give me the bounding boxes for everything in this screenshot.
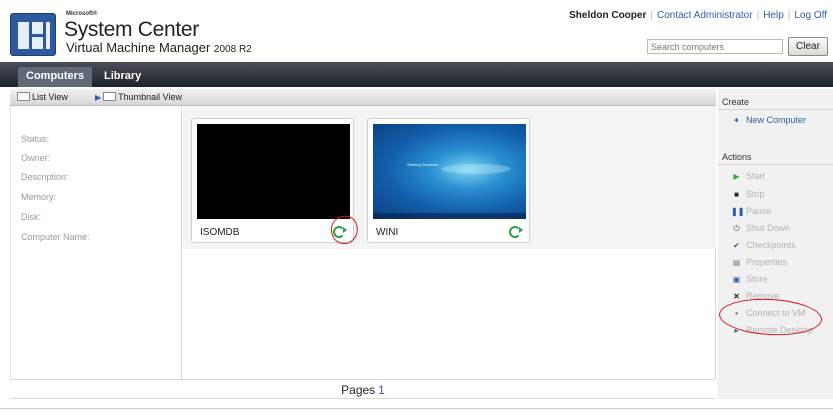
action-shut-down[interactable]: ⏻ Shut Down xyxy=(731,223,790,234)
checkmark-icon: ✔ xyxy=(733,241,740,250)
brand-subtitle-text: Virtual Machine Manager xyxy=(66,40,211,55)
detail-computer-name-label: Computer Name: xyxy=(21,232,90,242)
action-properties[interactable]: ▤ Properties xyxy=(731,257,787,267)
system-center-logo-icon xyxy=(10,13,56,56)
vm-name: WINI xyxy=(376,227,399,238)
play-icon: ▶ xyxy=(733,172,740,181)
action-start[interactable]: ▶ Start xyxy=(731,171,765,181)
actions-heading: Actions xyxy=(722,152,752,162)
pause-icon: ❚❚ xyxy=(731,207,745,216)
action-pause[interactable]: ❚❚ Pause xyxy=(731,206,772,216)
view-toolbar: List View ▶ Thumbnail View xyxy=(10,89,716,106)
action-store-label: Store xyxy=(746,274,768,284)
list-view-icon xyxy=(17,92,30,101)
list-view-label: List View xyxy=(32,92,68,102)
details-panel: Status: Owner: Description: Memory: Disk… xyxy=(10,106,182,379)
properties-icon: ▤ xyxy=(732,258,741,267)
computers-grid: ISOMDB Starting Windows WINI xyxy=(183,106,716,379)
main-nav: Computers Library xyxy=(0,62,833,87)
action-stop[interactable]: ■ Stop xyxy=(731,189,765,199)
detail-owner-label: Owner: xyxy=(21,153,51,163)
user-name: Sheldon Cooper xyxy=(569,10,647,21)
search-input[interactable] xyxy=(647,39,783,54)
vm-thumbnail[interactable]: Starting Windows xyxy=(373,124,526,219)
vm-card-wini[interactable]: Starting Windows WINI xyxy=(367,118,530,243)
store-icon: ▣ xyxy=(732,275,741,284)
new-computer-label: New Computer xyxy=(746,115,807,125)
app-header: Microsoft® System Center Virtual Machine… xyxy=(0,0,833,62)
action-stop-label: Stop xyxy=(746,189,765,199)
action-start-label: Start xyxy=(746,171,766,181)
detail-status-label: Status: xyxy=(21,134,50,144)
actions-panel: Create ✦ New Computer Actions ▶ Start ■ Sto… xyxy=(718,89,833,399)
detail-description-label: Description: xyxy=(21,172,69,182)
vm-card-isomdb[interactable]: ISOMDB xyxy=(191,118,361,247)
contact-administrator-link[interactable]: Contact Administrator xyxy=(657,10,753,21)
log-off-link[interactable]: Log Off xyxy=(794,10,827,21)
brand-microsoft: Microsoft® xyxy=(66,11,98,17)
shutdown-icon: ⏻ xyxy=(733,224,740,233)
pager-label: Pages xyxy=(341,383,376,397)
pager: Pages 1 xyxy=(10,379,716,399)
action-shut-down-label: Shut Down xyxy=(746,223,791,233)
action-store[interactable]: ▣ Store xyxy=(731,274,768,284)
help-link[interactable]: Help xyxy=(763,10,784,21)
vm-thumbnail[interactable] xyxy=(197,124,350,219)
brand-version: 2008 R2 xyxy=(213,44,252,55)
vm-name: ISOMDB xyxy=(200,227,240,238)
running-status-icon xyxy=(509,226,523,238)
action-checkpoints-label: Checkpoints xyxy=(746,240,796,250)
thumbnail-view-icon xyxy=(103,92,117,101)
user-links: Sheldon Cooper | Contact Administrator | Hel… xyxy=(569,10,827,21)
vm-screen-text: Starting Windows xyxy=(407,162,439,167)
clear-button[interactable]: Clear xyxy=(788,37,828,56)
brand-subtitle: Virtual Machine Manager 2008 R2 xyxy=(66,40,252,55)
page-link-1[interactable]: 1 xyxy=(378,383,385,397)
action-properties-label: Properties xyxy=(746,257,788,267)
remove-icon: ✕ xyxy=(733,292,740,301)
brand-title: System Center xyxy=(64,18,199,41)
new-computer-link[interactable]: ✦ New Computer xyxy=(731,115,806,125)
create-heading: Create xyxy=(722,97,750,107)
action-pause-label: Pause xyxy=(746,206,772,216)
tab-computers[interactable]: Computers xyxy=(18,67,93,87)
list-view-button[interactable]: List View xyxy=(17,92,68,102)
action-checkpoints[interactable]: ✔ Checkpoints xyxy=(731,240,796,250)
thumbnail-view-button[interactable]: ▶ Thumbnail View xyxy=(95,92,182,102)
arrow-right-icon: ▶ xyxy=(95,93,102,102)
thumbnail-view-label: Thumbnail View xyxy=(118,92,183,102)
new-computer-icon: ✦ xyxy=(733,116,740,125)
detail-disk-label: Disk: xyxy=(21,212,41,222)
tab-library[interactable]: Library xyxy=(96,67,149,87)
stop-icon: ■ xyxy=(734,190,739,199)
detail-memory-label: Memory: xyxy=(21,192,57,202)
